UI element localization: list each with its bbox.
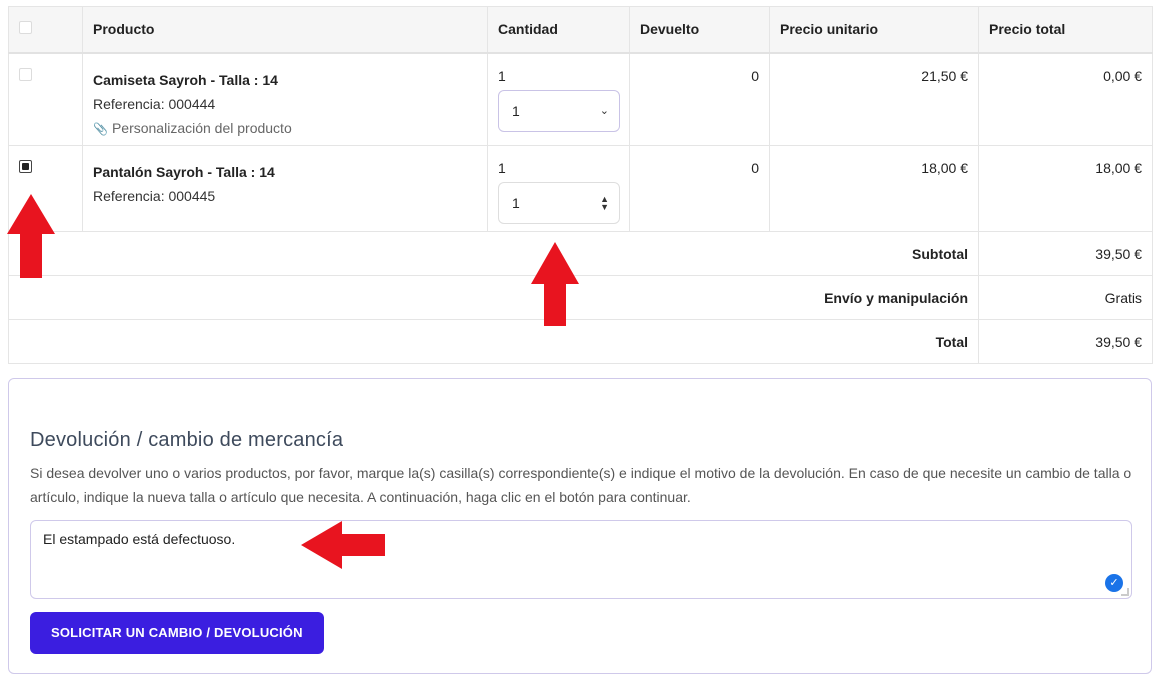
return-form-description: Si desea devolver uno o varios productos… [30,465,1132,505]
product-name: Pantalón Sayroh - Talla : 14 [93,164,275,180]
quantity-cell: 1 1 ▲ ▼ [487,145,630,232]
submit-return-button[interactable]: SOLICITAR UN CAMBIO / DEVOLUCIÓN [30,612,324,654]
row-select-cell [8,52,83,146]
total-price-value: 18,00 € [978,145,1153,232]
product-reference: Referencia: 000444 [93,95,216,112]
header-total-price: Precio total [978,6,1153,54]
header-unit-price: Precio unitario [769,6,979,54]
return-quantity-stepper[interactable]: 1 ▲ ▼ [498,182,620,224]
header-quantity: Cantidad [487,6,630,54]
textarea-value: El estampado está defectuoso. [43,531,236,547]
row-checkbox-camiseta[interactable] [19,67,32,81]
return-request-panel: Devolución / cambio de mercancía Si dese… [8,378,1152,674]
return-form-title: Devolución / cambio de mercancía [30,429,344,451]
return-reason-textarea[interactable]: El estampado está defectuoso. ✓ [30,520,1132,599]
unit-price-value: 21,50 € [769,52,979,146]
returned-value: 0 [629,52,770,146]
product-name: Camiseta Sayroh - Talla : 14 [93,71,278,88]
subtotal-label: Subtotal [8,231,979,276]
shipping-label: Envío y manipulación [8,275,979,320]
unit-price-value: 18,00 € [769,145,979,232]
quantity-value: 1 [498,67,506,84]
annotation-arrow-checkbox [7,194,55,278]
shipping-value: Gratis [978,275,1153,320]
returned-value: 0 [629,145,770,232]
product-cell: Camiseta Sayroh - Talla : 14 Referencia:… [82,52,488,146]
quantity-value: 1 [498,160,506,176]
table-row: Camiseta Sayroh - Talla : 14 Referencia:… [8,52,1153,146]
chevron-down-icon: ⌄ [599,105,609,117]
table-row: Pantalón Sayroh - Talla : 14 Referencia:… [8,145,1153,232]
table-header-row: Producto Cantidad Devuelto Precio unitar… [8,6,1153,54]
header-select-all-cell [8,6,83,54]
product-customization-link[interactable]: 📎 Personalización del producto [93,116,477,141]
product-cell: Pantalón Sayroh - Talla : 14 Referencia:… [82,145,488,232]
order-products-table: Producto Cantidad Devuelto Precio unitar… [8,6,1153,364]
total-label: Total [8,319,979,364]
annotation-arrow-textarea [301,521,385,569]
spinner-icon[interactable]: ▲ ▼ [600,195,609,212]
total-value: 39,50 € [978,319,1153,364]
select-value: 1 [512,102,520,119]
total-price-value: 0,00 € [978,52,1153,146]
quantity-cell: 1 1 ⌄ [487,52,630,146]
header-product: Producto [82,6,488,54]
product-reference: Referencia: 000445 [93,188,216,204]
subtotal-value: 39,50 € [978,231,1153,276]
summary-row-subtotal: Subtotal 39,50 € [8,231,1153,276]
select-all-checkbox[interactable] [19,21,32,34]
summary-row-shipping: Envío y manipulación Gratis [8,275,1153,320]
stepper-value: 1 [512,195,520,211]
row-checkbox-pantalon[interactable] [19,160,32,173]
resize-handle-icon[interactable] [1121,588,1129,596]
annotation-arrow-quantity [531,242,579,326]
summary-row-total: Total 39,50 € [8,319,1153,364]
paperclip-icon: 📎 [93,121,108,136]
header-returned: Devuelto [629,6,770,54]
return-quantity-select[interactable]: 1 ⌄ [498,89,620,132]
customization-label: Personalización del producto [111,119,292,136]
